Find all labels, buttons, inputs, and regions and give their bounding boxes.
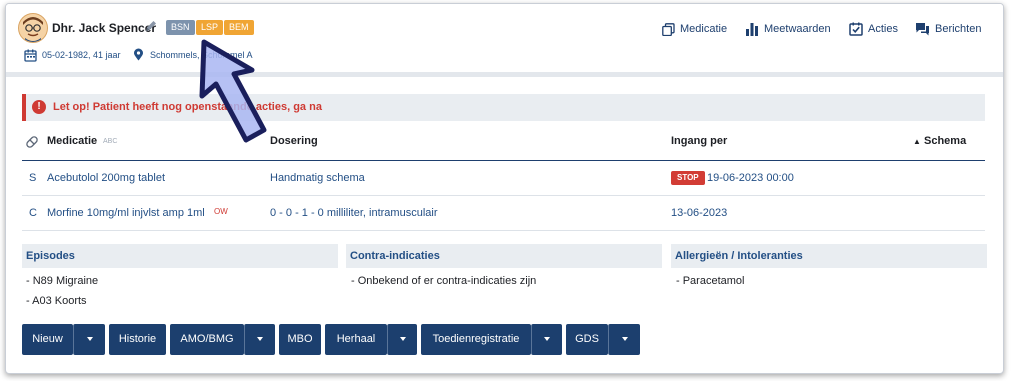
- nieuw-dropdown[interactable]: [73, 324, 105, 355]
- row1-start: 19-06-2023 00:00: [707, 172, 794, 184]
- patient-dob: 05-02-1982, 41 jaar: [42, 50, 121, 60]
- pill-icon: [25, 135, 39, 154]
- row2-name[interactable]: Morfine 10mg/ml injvlst amp 1ml: [47, 207, 205, 219]
- calendar-icon: [24, 49, 37, 64]
- stop-badge: STOP: [671, 171, 705, 185]
- nav-acties-label: Acties: [868, 23, 898, 35]
- contra-panel: Contra-indicaties: [346, 244, 662, 268]
- historie-button[interactable]: Historie: [109, 324, 166, 355]
- copy-icon: [662, 22, 675, 36]
- patient-header: Dhr. Jack Spencer BSN LSP BEM 05-02-1982…: [6, 4, 1003, 72]
- patient-location: Schommels, Schommel A: [150, 50, 253, 60]
- episode-item: - N89 Migraine: [26, 275, 99, 287]
- chat-icon: [916, 23, 929, 36]
- episodes-title: Episodes: [26, 250, 75, 262]
- col-dosering: Dosering: [270, 135, 318, 147]
- mbo-button[interactable]: MBO: [279, 324, 321, 355]
- row-divider: [22, 230, 985, 231]
- caret-down-icon: [86, 337, 93, 342]
- nav-berichten[interactable]: Berichten: [915, 20, 981, 38]
- checkbox-icon: [849, 22, 863, 36]
- row1-type: S: [29, 172, 37, 184]
- exclamation-icon: !: [32, 100, 46, 114]
- contra-title: Contra-indicaties: [350, 250, 440, 262]
- header-rule: [22, 160, 985, 161]
- herhaal-dropdown[interactable]: [387, 324, 417, 355]
- gds-dropdown[interactable]: [608, 324, 640, 355]
- nav-meetwaarden-label: Meetwaarden: [764, 23, 831, 35]
- toedienregistratie-button[interactable]: Toedienregistratie: [421, 324, 531, 355]
- contra-item: - Onbekend of er contra-indicaties zijn: [351, 275, 537, 287]
- col-schema[interactable]: Schema: [924, 135, 966, 147]
- patient-name: Dhr. Jack Spencer: [52, 21, 157, 35]
- row-divider: [22, 195, 985, 196]
- caret-down-icon: [257, 337, 263, 342]
- row2-start: 13-06-2023: [671, 207, 728, 219]
- nav-acties[interactable]: Acties: [849, 20, 898, 38]
- episode-item: - A03 Koorts: [26, 295, 87, 307]
- row2-type: C: [29, 207, 37, 219]
- nieuw-button[interactable]: Nieuw: [22, 324, 73, 355]
- herhaal-button[interactable]: Herhaal: [325, 324, 387, 355]
- row1-dosage[interactable]: Handmatig schema: [270, 172, 365, 184]
- alert-text: Let op! Patient heeft nog openstaande ac…: [53, 101, 322, 113]
- gds-button[interactable]: GDS: [566, 324, 608, 355]
- toedien-dropdown[interactable]: [531, 324, 562, 355]
- badge-lsp[interactable]: LSP: [196, 20, 224, 35]
- row2-dosage[interactable]: 0 - 0 - 1 - 0 milliliter, intramusculair: [270, 207, 438, 219]
- header-divider: [6, 72, 1003, 77]
- badge-bsn[interactable]: BSN: [166, 20, 195, 35]
- nav-medicatie[interactable]: Medicatie: [662, 20, 727, 38]
- sort-up-icon[interactable]: ▲: [913, 137, 921, 146]
- episodes-panel: Episodes: [22, 244, 338, 268]
- allergy-item: - Paracetamol: [676, 275, 745, 287]
- app-window: Dhr. Jack Spencer BSN LSP BEM 05-02-1982…: [5, 3, 1004, 374]
- allergies-panel: Allergieën / Intoleranties: [671, 244, 987, 268]
- amo-bmg-button[interactable]: AMO/BMG: [170, 324, 244, 355]
- caret-down-icon: [544, 337, 550, 342]
- amo-dropdown[interactable]: [244, 324, 275, 355]
- nav-meetwaarden[interactable]: Meetwaarden: [745, 20, 831, 38]
- col-ingang: Ingang per: [671, 135, 728, 147]
- caret-down-icon: [399, 337, 406, 342]
- alert-banner[interactable]: ! Let op! Patient heeft nog openstaande …: [22, 94, 985, 121]
- bar-chart-icon: [746, 23, 758, 36]
- badge-bem[interactable]: BEM: [224, 20, 254, 35]
- ow-flag: OW: [214, 207, 228, 216]
- edit-pencil-icon[interactable]: [144, 19, 158, 38]
- row1-name[interactable]: Acebutolol 200mg tablet: [47, 172, 165, 184]
- nav-berichten-label: Berichten: [935, 23, 982, 35]
- caret-down-icon: [621, 337, 628, 342]
- col-medicatie[interactable]: Medicatie: [47, 135, 97, 147]
- allergies-title: Allergieën / Intoleranties: [675, 250, 803, 262]
- avatar: [18, 13, 48, 43]
- sort-abc[interactable]: ABC: [103, 138, 117, 145]
- location-pin-icon: [133, 48, 144, 63]
- nav-medicatie-label: Medicatie: [680, 23, 728, 35]
